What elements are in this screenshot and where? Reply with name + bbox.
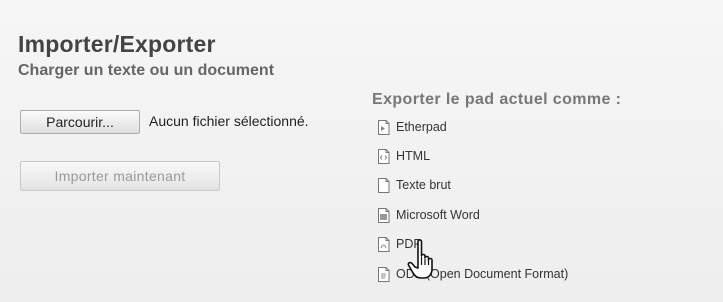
pdf-file-icon [378, 237, 390, 252]
hand-pointer-cursor-icon [407, 239, 433, 279]
browse-file-button[interactable]: Parcourir... [20, 110, 140, 134]
etherpad-file-icon [378, 120, 390, 135]
word-file-icon [378, 208, 390, 223]
html-file-icon [378, 149, 390, 164]
import-now-button[interactable]: Importer maintenant [20, 161, 220, 191]
export-heading: Exporter le pad actuel comme : [372, 91, 622, 108]
odf-file-icon [378, 267, 390, 282]
text-file-icon [378, 178, 390, 193]
import-subtitle: Charger un texte ou un document [18, 62, 275, 79]
import-export-panel: Importer/Exporter Charger un texte ou un… [0, 0, 723, 302]
panel-title: Importer/Exporter [18, 31, 216, 57]
file-status-text: Aucun fichier sélectionné. [149, 113, 309, 129]
